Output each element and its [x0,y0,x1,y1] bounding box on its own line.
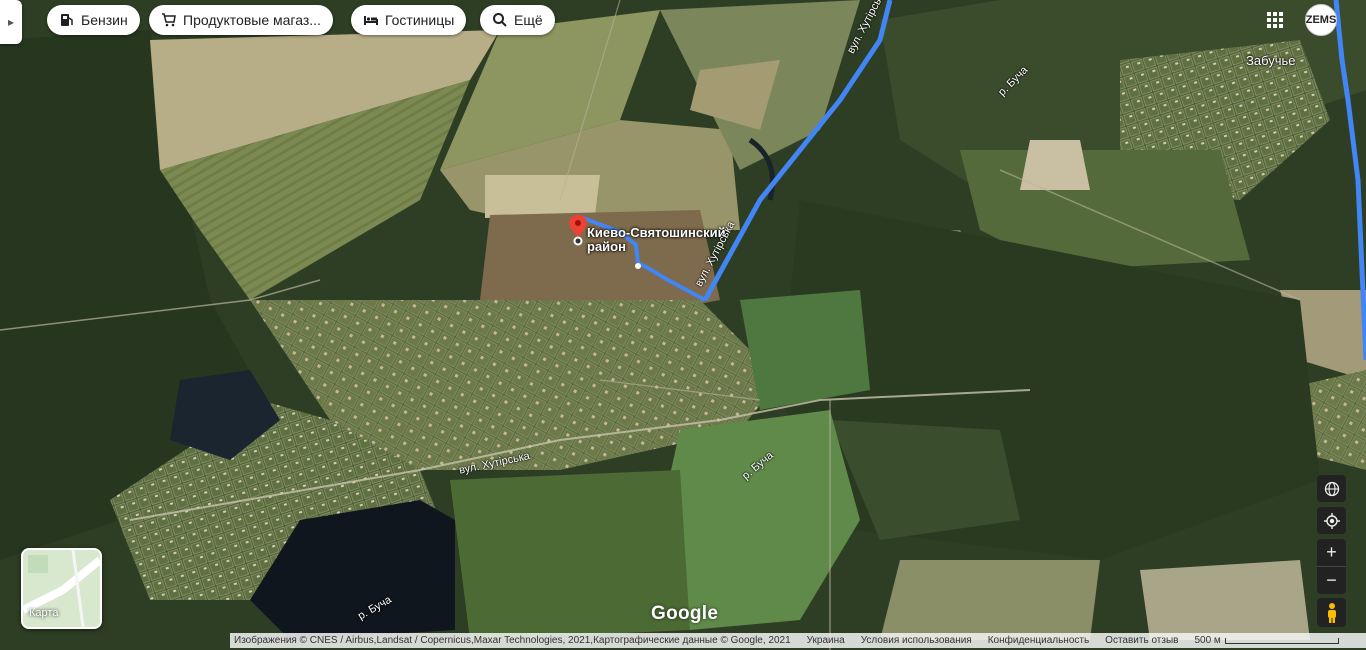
my-location-button[interactable] [1317,507,1346,534]
zoom-out-button[interactable]: − [1317,566,1346,594]
plus-icon: + [1326,542,1337,562]
chip-groceries-label: Продуктовые магаз... [183,12,321,28]
street-view-pegman[interactable] [1317,598,1346,627]
apps-grid-icon[interactable] [1265,10,1285,30]
globe-view-button[interactable] [1317,475,1346,502]
satellite-map[interactable] [0,0,1366,650]
chip-hotels[interactable]: Гостиницы [351,5,467,35]
avatar-text: ZEMS [1305,14,1337,26]
footer-bar: Изображения © CNES / Airbus,Landsat / Co… [230,633,1366,648]
chip-hotels-label: Гостиницы [385,12,455,28]
google-logo: Google [651,603,719,624]
scale-label: 500 м [1194,635,1221,646]
zoom-in-button[interactable]: + [1317,539,1346,566]
village-label: Забучье [1246,53,1296,68]
chip-more[interactable]: Ещё [480,5,555,35]
place-label-line2: район [587,239,626,254]
search-icon [493,13,507,27]
layer-switch-map[interactable]: Карта [21,548,102,629]
feedback-link[interactable]: Оставить отзыв [1105,635,1178,646]
country-link[interactable]: Украина [807,635,845,646]
layer-switch-label: Карта [29,607,59,619]
chevron-right-icon: ▸ [7,15,15,29]
imagery-attribution: Изображения © CNES / Airbus,Landsat / Co… [234,635,791,646]
shopping-cart-icon [162,13,176,27]
terms-link[interactable]: Условия использования [861,635,972,646]
privacy-link[interactable]: Конфиденциальность [988,635,1089,646]
minus-icon: − [1326,570,1337,590]
place-label[interactable]: Киево-Святошинский район [587,226,726,254]
chip-more-label: Ещё [514,12,543,28]
gas-station-icon [61,14,73,26]
collapse-panel-button[interactable]: ▸ [0,0,22,44]
hotel-bed-icon [364,16,378,25]
scale-ruler [1224,637,1339,644]
globe-icon [1324,481,1339,496]
pegman-icon [1327,602,1336,623]
chip-groceries[interactable]: Продуктовые магаз... [149,5,333,35]
chip-gas-label: Бензин [81,12,128,28]
my-location-icon [1323,512,1340,529]
scale-bar[interactable]: 500 м [1194,635,1339,646]
account-avatar[interactable]: ZEMS [1305,4,1337,36]
place-label-line1: Киево-Святошинский [587,225,726,240]
chip-gas[interactable]: Бензин [47,5,140,35]
